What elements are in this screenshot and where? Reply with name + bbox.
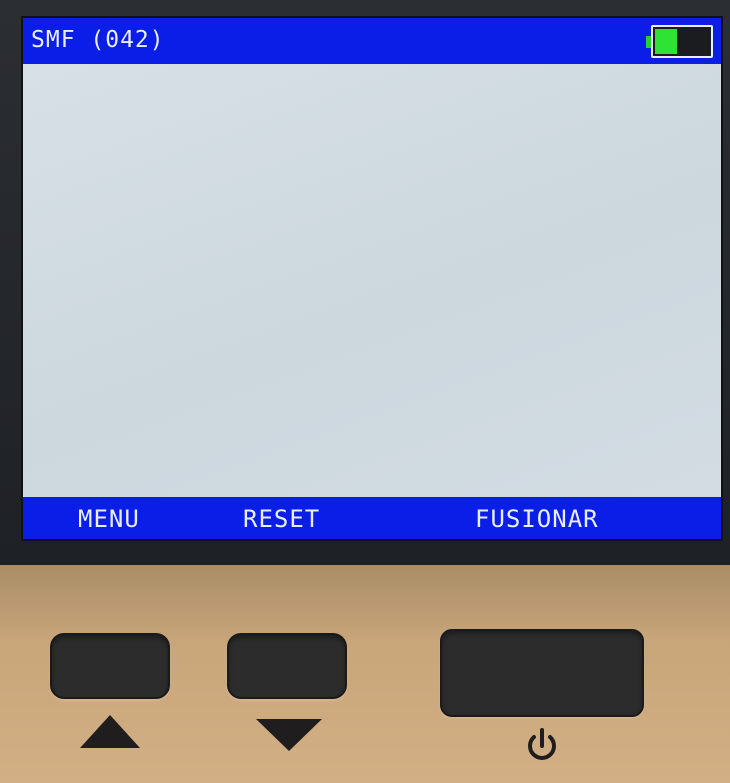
screen-title: SMF (042) xyxy=(31,27,165,53)
softkey-menu-label: MENU xyxy=(78,505,140,533)
title-bar: SMF (042) xyxy=(23,18,721,64)
button-panel xyxy=(0,565,730,783)
power-icon xyxy=(528,728,556,760)
softkey-reset-label: RESET xyxy=(243,505,321,533)
battery-nub xyxy=(646,36,651,48)
down-button[interactable] xyxy=(227,633,347,699)
screen-content xyxy=(23,64,721,497)
up-button[interactable] xyxy=(50,633,170,699)
down-triangle-icon xyxy=(256,719,322,751)
softkey-fusionar-label: FUSIONAR xyxy=(475,505,599,533)
device-bezel: SMF (042) MENU RESET FUSIONAR xyxy=(0,0,730,565)
softkey-bar: MENU RESET FUSIONAR xyxy=(23,497,721,539)
up-triangle-icon xyxy=(80,715,140,748)
battery-level xyxy=(655,29,678,54)
power-button[interactable] xyxy=(440,629,644,717)
lcd-screen: SMF (042) MENU RESET FUSIONAR xyxy=(23,18,721,539)
battery-icon xyxy=(646,25,713,58)
